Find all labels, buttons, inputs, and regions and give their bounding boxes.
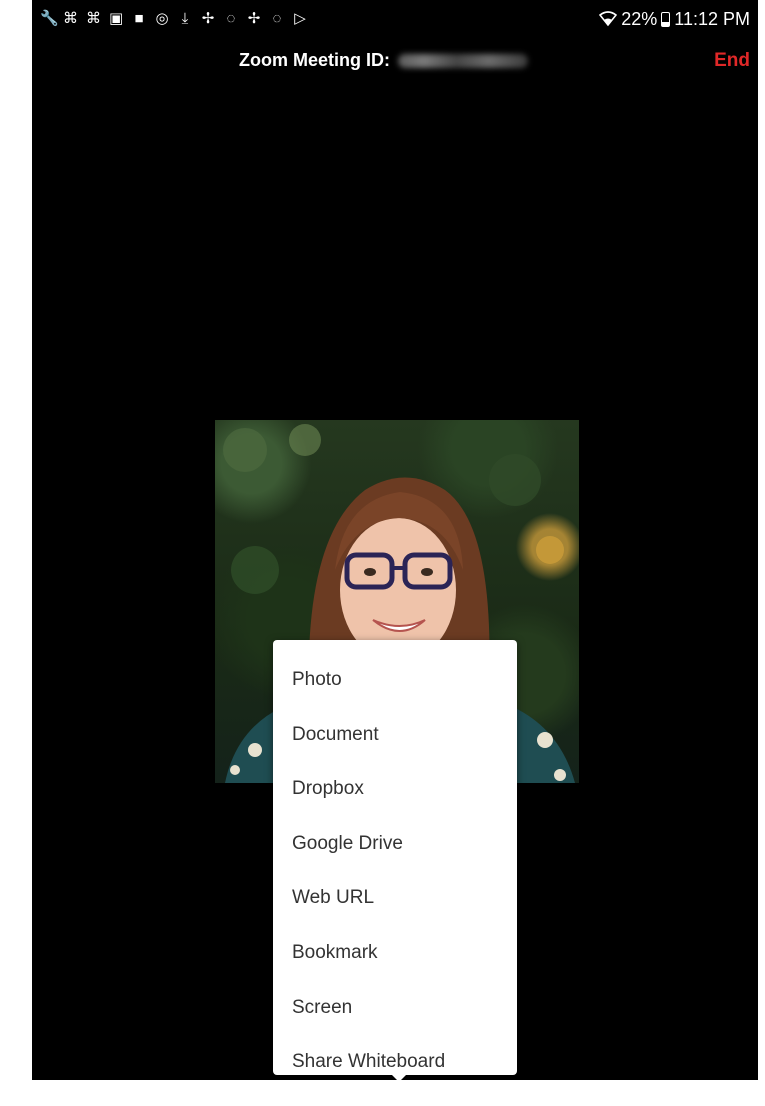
image-icon: ▣ — [109, 10, 124, 27]
bag-icon: ◌ — [272, 10, 282, 27]
meeting-title: Zoom Meeting ID: — [239, 50, 528, 71]
status-bar: 🔧 ⌘ ⌘ ▣ ■ ◎ ⤓ ✢ ◌ ✢ ◌ ▷ 22% 11:12 PM — [32, 0, 758, 38]
meeting-header: Zoom Meeting ID: End — [32, 44, 758, 78]
battery-percent: 22% — [621, 8, 658, 29]
download-icon: ⤓ — [181, 10, 189, 27]
meeting-id-redacted — [398, 53, 528, 68]
share-screen-item[interactable]: Screen — [273, 981, 517, 1036]
clock: 11:12 PM — [674, 8, 750, 29]
battery-icon — [661, 11, 671, 27]
share-google-drive-item[interactable]: Google Drive — [273, 817, 517, 872]
pinwheel-icon: ✢ — [247, 10, 261, 27]
wifi-icon — [599, 11, 618, 27]
end-meeting-button[interactable]: End — [714, 50, 750, 72]
notification-icons: 🔧 ⌘ ⌘ ▣ ■ ◎ ⤓ ✢ ◌ ✢ ◌ ▷ — [40, 11, 307, 27]
usb-icon: ⌘ — [63, 10, 78, 27]
share-web-url-item[interactable]: Web URL — [273, 871, 517, 926]
play-store-icon: ▷ — [294, 10, 306, 27]
share-photo-item[interactable]: Photo — [273, 653, 517, 708]
share-options-menu: Photo Document Dropbox Google Drive Web … — [273, 640, 517, 1080]
wrench-icon: 🔧 — [40, 10, 59, 27]
zoom-meeting-screen: 🔧 ⌘ ⌘ ▣ ■ ◎ ⤓ ✢ ◌ ✢ ◌ ▷ 22% 11:12 PM Zoo… — [32, 0, 758, 1080]
share-dropbox-item[interactable]: Dropbox — [273, 762, 517, 817]
bag-icon: ◌ — [226, 10, 236, 27]
share-document-item[interactable]: Document — [273, 708, 517, 763]
meeting-title-label: Zoom Meeting ID: — [239, 50, 390, 70]
pinwheel-icon: ✢ — [201, 10, 215, 27]
menu-pointer-arrow — [392, 1075, 406, 1080]
system-status: 22% 11:12 PM — [599, 9, 750, 30]
location-icon: ◎ — [155, 10, 169, 27]
video-camera-icon: ■ — [134, 10, 144, 27]
share-whiteboard-item[interactable]: Share Whiteboard — [273, 1035, 517, 1080]
share-bookmark-item[interactable]: Bookmark — [273, 926, 517, 981]
usb-icon: ⌘ — [86, 10, 101, 27]
